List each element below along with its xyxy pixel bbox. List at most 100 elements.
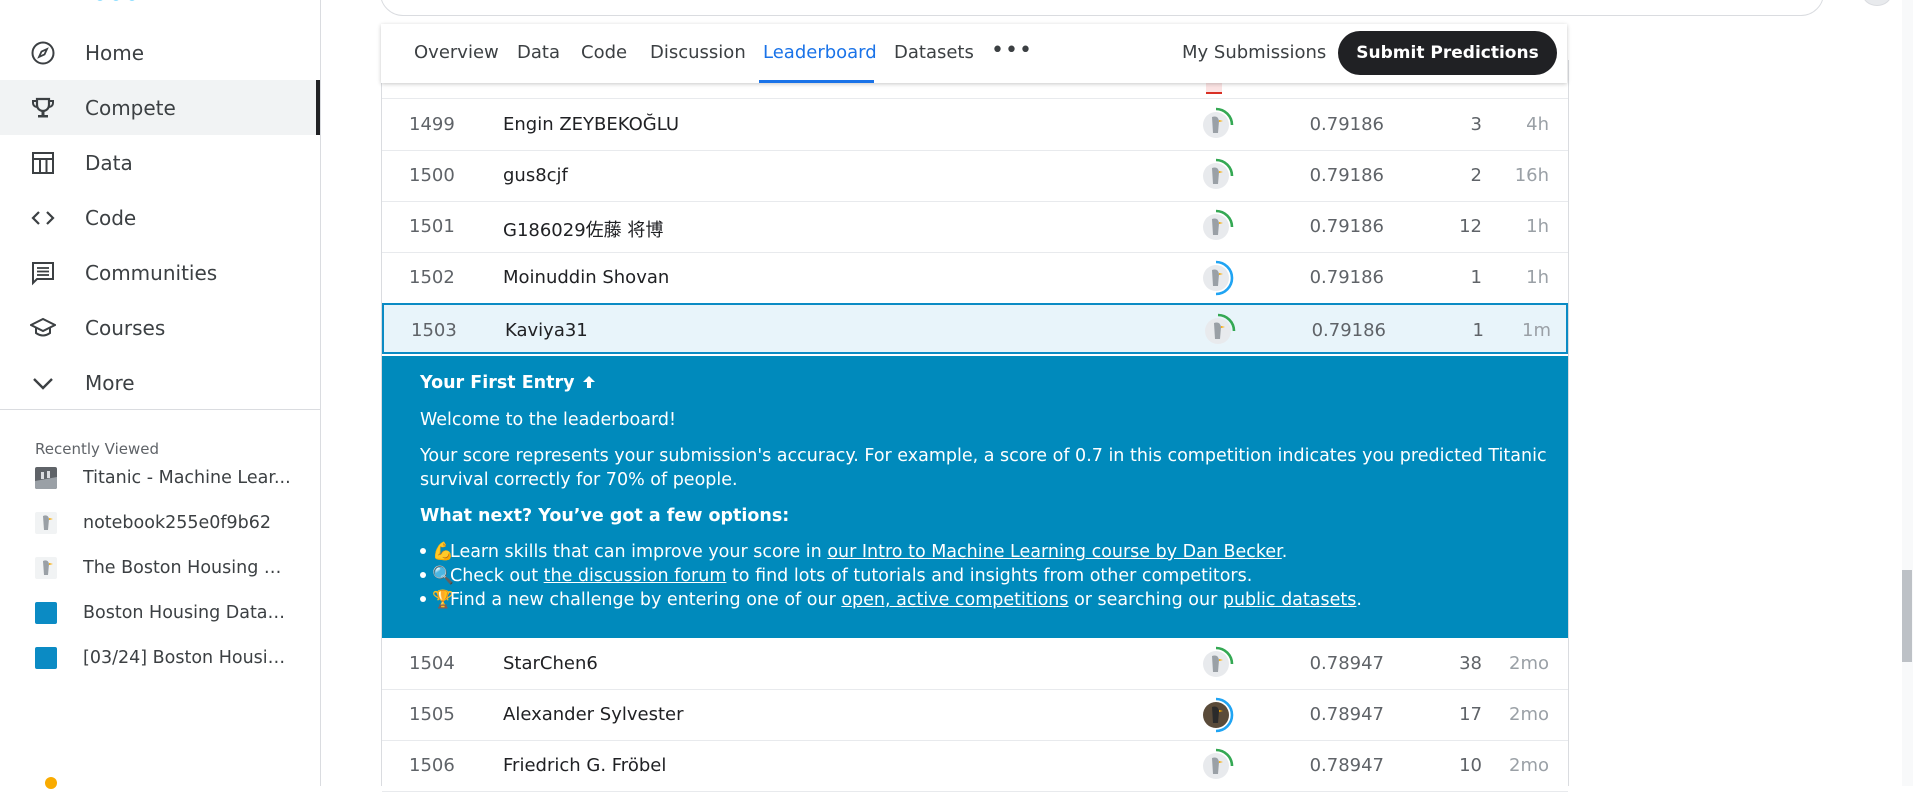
nav-item-home[interactable]: Home (0, 25, 318, 80)
blue-square-thumb (35, 647, 57, 669)
comment-icon (32, 262, 54, 286)
callout-title: Your First Entry (420, 371, 597, 395)
tab-code[interactable]: Code (581, 42, 627, 64)
callout-bullet: 🏆Find a new challenge by entering one of… (420, 588, 1362, 612)
bullet-dot (420, 548, 426, 554)
recent-item-label: notebook255e0f9b62 (83, 513, 272, 533)
bullet-text: Learn skills that can improve your score… (450, 542, 828, 562)
tab-discussion[interactable]: Discussion (650, 42, 746, 64)
compass-icon (31, 41, 55, 65)
nav-item-communities[interactable]: Communities (0, 245, 318, 300)
table-row[interactable]: 1500 gus8cjf 0.79186 2 16h (382, 150, 1568, 202)
goose-thumb (35, 512, 57, 534)
my-submissions-link[interactable]: My Submissions (1182, 42, 1326, 63)
sidebar-divider (0, 409, 320, 410)
table-row[interactable]: 1501 G186029佐藤 将博 0.79186 12 1h (382, 201, 1568, 253)
recently-viewed-heading: Recently Viewed (35, 440, 159, 458)
bullet-text: or searching our (1068, 590, 1223, 610)
table-row[interactable]: 1506 Friedrich G. Fröbel 0.78947 10 2mo (382, 740, 1568, 792)
nav-item-courses[interactable]: Courses (0, 300, 318, 355)
discussion-forum-link[interactable]: the discussion forum (544, 566, 727, 586)
trophy-emoji-icon: 🏆 (432, 590, 454, 610)
code-icon (31, 211, 55, 225)
last-submission-cell: 2mo (1509, 755, 1549, 776)
table-icon (32, 152, 54, 174)
school-icon (30, 317, 56, 337)
callout-bullet: 🔍Check out the discussion forum to find … (420, 564, 1252, 588)
submit-predictions-button[interactable]: Submit Predictions (1338, 31, 1557, 75)
tab-datasets[interactable]: Datasets (894, 42, 974, 64)
bullet-text: Check out (450, 566, 544, 586)
callout-score-line1: Your score represents your submission's … (420, 446, 1547, 466)
table-row[interactable]: 1504 StarChen6 0.78947 38 2mo (382, 638, 1568, 690)
search-bar[interactable] (380, 0, 1824, 16)
nav-label: Compete (85, 96, 176, 120)
tab-leaderboard[interactable]: Leaderboard (763, 42, 877, 64)
recent-item-label: [03/24] Boston Housin... (83, 648, 293, 668)
recent-item-label: Titanic - Machine Lear... (83, 468, 291, 488)
last-submission-cell: 1h (1526, 267, 1549, 288)
tab-overview[interactable]: Overview (414, 42, 499, 64)
kaggle-logo-icon[interactable] (92, 0, 152, 4)
last-submission-cell: 1h (1526, 216, 1549, 237)
tab-data[interactable]: Data (517, 42, 560, 64)
callout-welcome: Welcome to the leaderboard! (420, 410, 676, 430)
nav-item-compete[interactable]: Compete (0, 80, 320, 135)
public-datasets-link[interactable]: public datasets (1223, 590, 1357, 610)
last-submission-cell: 2mo (1509, 704, 1549, 725)
nav-label: Courses (85, 316, 166, 340)
bullet-dot (420, 596, 426, 602)
more-options-icon[interactable]: ••• (991, 38, 1033, 63)
avatar[interactable] (1862, 0, 1892, 6)
scrollbar-thumb[interactable] (1902, 570, 1912, 662)
leaderboard: 1499 Engin ZEYBEKOĞLU 0.79186 3 4h 1500 … (381, 60, 1569, 792)
goose-thumb (35, 557, 57, 579)
bullet-text: . (1356, 590, 1362, 610)
nav-item-data[interactable]: Data (0, 135, 318, 190)
last-submission-cell: 4h (1526, 114, 1549, 135)
table-row[interactable]: 1505 Alexander Sylvester 0.78947 17 2mo (382, 689, 1568, 741)
scrollbar[interactable] (1902, 0, 1913, 786)
nav-label: Communities (85, 261, 218, 285)
competition-tab-bar: Overview Data Code Discussion Leaderboar… (381, 24, 1567, 83)
last-submission-cell: 16h (1514, 165, 1549, 186)
bullet-text: Find a new challenge by entering one of … (450, 590, 842, 610)
recent-item[interactable]: The Boston Housing D... (0, 548, 318, 588)
first-entry-callout: Your First Entry Welcome to the leaderbo… (382, 356, 1568, 638)
recent-item-label: The Boston Housing D... (83, 558, 293, 578)
recent-item-label: Boston Housing Dataset (83, 603, 293, 623)
recent-item[interactable]: [03/24] Boston Housin... (0, 638, 318, 678)
last-submission-cell: 1m (1522, 320, 1551, 341)
intro-ml-course-link[interactable]: our Intro to Machine Learning course by … (827, 542, 1281, 562)
bullet-text: . (1281, 542, 1288, 562)
nav-label: More (85, 371, 135, 395)
active-competitions-link[interactable]: open, active competitions (841, 590, 1068, 610)
blue-square-thumb (35, 602, 57, 624)
table-row[interactable]: 1499 Engin ZEYBEKOĞLU 0.79186 3 4h (382, 99, 1568, 151)
nav-item-code[interactable]: Code (0, 190, 318, 245)
callout-bullet: 💪Learn skills that can improve your scor… (420, 540, 1287, 564)
trophy-icon (32, 97, 54, 118)
table-row-current-user[interactable]: 1503 Kaviya31 0.79186 1 1m (382, 303, 1568, 354)
recent-item[interactable]: notebook255e0f9b62 (0, 503, 318, 543)
notification-dot[interactable] (45, 777, 57, 789)
recent-item[interactable]: Boston Housing Dataset (0, 593, 318, 633)
callout-title-text: Your First Entry (420, 373, 575, 393)
nav-label: Code (85, 206, 137, 230)
magnifier-icon: 🔍 (432, 566, 454, 586)
arrow-up-icon (582, 376, 595, 388)
nav-label: Data (85, 151, 133, 175)
bullet-dot (420, 572, 426, 578)
sidebar: Home Compete Data Code Communities Cours… (0, 0, 321, 789)
table-row[interactable]: 1502 Moinuddin Shovan 0.79186 1 1h (382, 252, 1568, 304)
recent-item[interactable]: Titanic - Machine Lear... (0, 458, 318, 498)
flexed-biceps-icon: 💪 (432, 542, 454, 562)
last-submission-cell: 2mo (1509, 653, 1549, 674)
nav-label: Home (85, 41, 145, 65)
active-tab-indicator (759, 80, 874, 83)
nav-item-more[interactable]: More (0, 355, 318, 410)
callout-score-line2: survival correctly for 70% of people. (420, 470, 738, 490)
callout-next-heading: What next? You’ve got a few options: (420, 506, 790, 526)
titanic-thumb (35, 467, 57, 489)
chevron-down-icon (33, 378, 53, 390)
